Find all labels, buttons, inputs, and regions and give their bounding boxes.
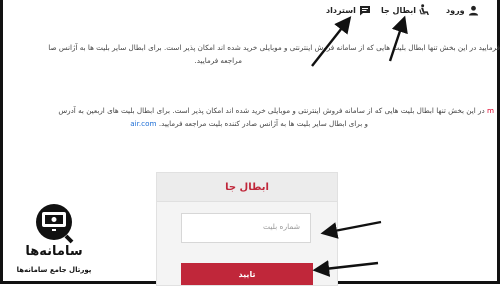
arrow-to-refund — [311, 16, 352, 67]
arrow-to-ticket-input — [320, 220, 382, 239]
samanehha-logo: سامانه‌ها پورتال جامع سامانه‌ها — [8, 200, 100, 282]
arrow-to-cancel-seat — [388, 15, 408, 62]
logo-tagline: پورتال جامع سامانه‌ها — [16, 266, 92, 274]
logo-name: سامانه‌ها — [25, 244, 83, 259]
arrow-to-submit — [312, 260, 379, 277]
